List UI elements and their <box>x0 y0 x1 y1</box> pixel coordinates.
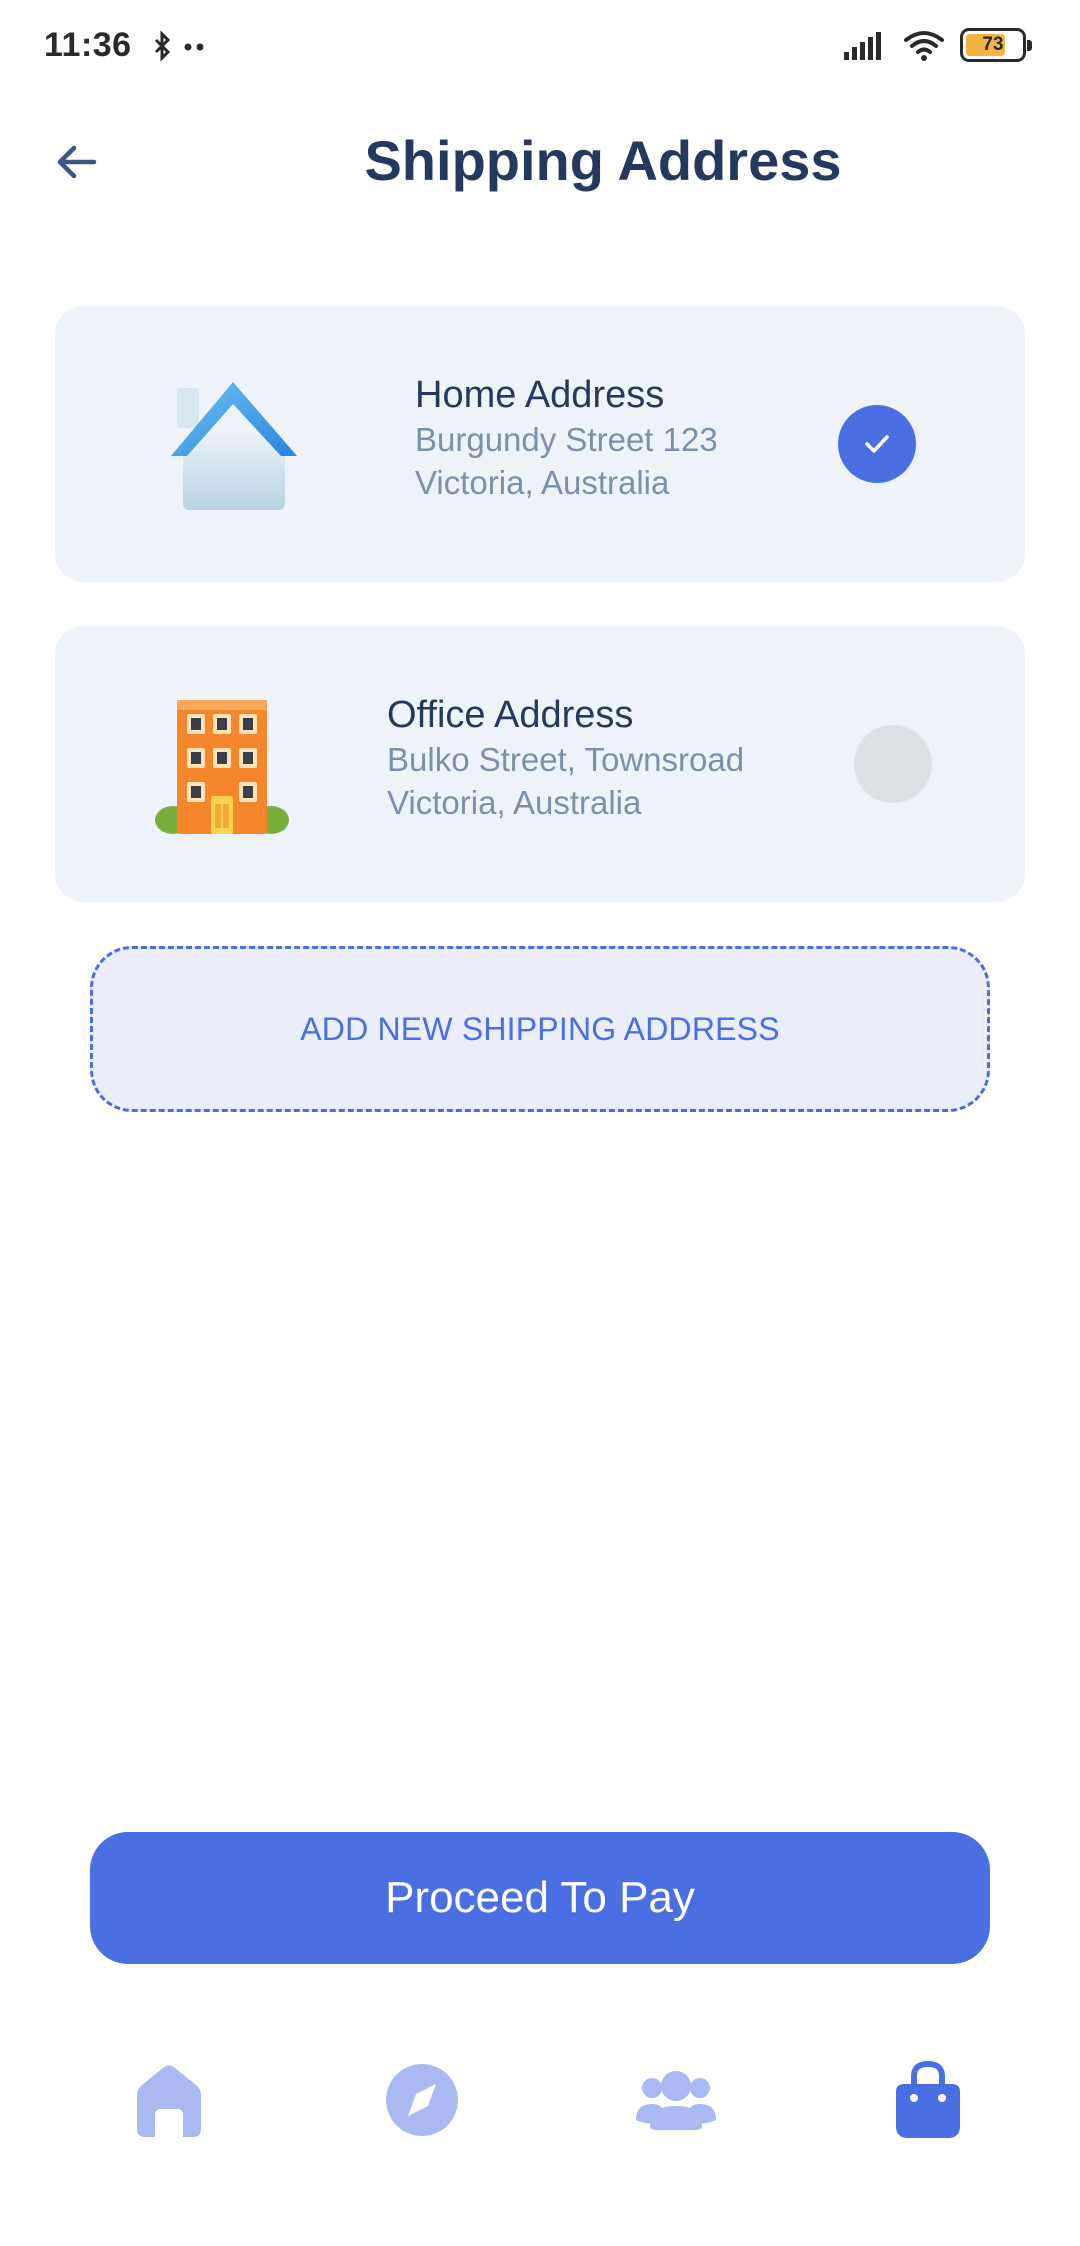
status-time: 11:36 <box>44 26 132 64</box>
home-icon <box>137 2065 201 2137</box>
battery-icon: 73 <box>960 28 1032 62</box>
nav-item-explore[interactable] <box>362 2040 482 2160</box>
status-indicators <box>150 30 210 69</box>
bottom-nav <box>0 2040 1080 2170</box>
checkmark-icon <box>865 435 889 453</box>
nav-item-community[interactable] <box>616 2040 736 2160</box>
address-card-home[interactable]: Home Address Burgundy Street 123 Victori… <box>55 306 1025 582</box>
house-icon <box>171 382 297 510</box>
proceed-to-pay-button[interactable]: Proceed To Pay <box>90 1832 990 1964</box>
proceed-to-pay-label: Proceed To Pay <box>385 1873 695 1922</box>
page-title: Shipping Address <box>364 129 842 192</box>
office-building-icon <box>155 700 289 834</box>
office-address-radio[interactable] <box>854 725 932 803</box>
users-icon <box>636 2071 716 2130</box>
address-title: Office Address <box>387 694 634 736</box>
status-bar: 11:36 73 <box>0 0 1080 96</box>
status-right: 73 <box>842 28 1032 62</box>
wifi-icon <box>904 31 944 61</box>
bluetooth-icon <box>154 30 204 62</box>
nav-item-home[interactable] <box>109 2040 229 2160</box>
battery-cap <box>1027 40 1032 51</box>
address-line-1: Burgundy Street 123 <box>415 421 718 458</box>
address-title: Home Address <box>415 374 665 416</box>
address-line-2: Victoria, Australia <box>415 464 670 501</box>
compass-icon <box>386 2064 458 2136</box>
address-line-1: Bulko Street, Townsroad <box>387 741 745 778</box>
add-new-address-button[interactable]: ADD NEW SHIPPING ADDRESS <box>90 946 990 1112</box>
address-card-office[interactable]: Office Address Bulko Street, Townsroad V… <box>55 626 1025 902</box>
nav-item-cart[interactable] <box>868 2040 988 2160</box>
signal-icon <box>844 32 881 60</box>
office-address-text: Office Address Bulko Street, Townsroad V… <box>387 692 744 824</box>
address-line-2: Victoria, Australia <box>387 784 642 821</box>
home-address-radio[interactable] <box>838 405 916 483</box>
home-address-text: Home Address Burgundy Street 123 Victori… <box>415 372 718 504</box>
shopping-bag-icon <box>896 2060 960 2138</box>
add-new-address-label: ADD NEW SHIPPING ADDRESS <box>300 1010 780 1047</box>
battery-level: 73 <box>982 34 1004 55</box>
